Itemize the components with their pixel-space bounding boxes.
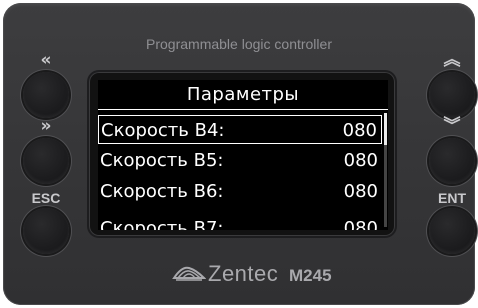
param-name: Скорость В4: xyxy=(101,120,225,141)
scrollbar-thumb[interactable] xyxy=(384,113,387,145)
ent-button[interactable] xyxy=(429,208,475,254)
esc-button[interactable] xyxy=(23,208,69,254)
title-divider xyxy=(98,109,388,110)
param-value: 080 xyxy=(343,150,378,171)
double-up-arrow-icon: ︽ xyxy=(443,50,461,70)
double-down-arrow-icon: ︾ xyxy=(443,116,461,136)
param-value: 080 xyxy=(343,218,378,230)
param-name: Скорость В5: xyxy=(100,150,224,171)
param-row-b7[interactable]: Скорость В7: 080 xyxy=(98,214,382,230)
brand-logo: Zentec M245 xyxy=(172,260,342,286)
model-name: M245 xyxy=(289,266,332,285)
param-name: Скорость В6: xyxy=(100,181,224,202)
up-button[interactable] xyxy=(429,72,475,118)
param-row-b6[interactable]: Скорость В6: 080 xyxy=(98,177,382,206)
double-left-arrow-icon: « xyxy=(40,50,52,70)
double-right-arrow-icon: » xyxy=(40,116,52,136)
esc-label: ESC xyxy=(31,190,61,206)
fan-logo-icon xyxy=(172,266,206,281)
param-value: 080 xyxy=(342,120,377,141)
ent-label: ENT xyxy=(438,190,466,206)
device-title: Programmable logic controller xyxy=(146,36,332,52)
brand-name: Zentec xyxy=(208,261,279,286)
lcd-screen: Параметры Скорость В4: 080 Скорость В5: … xyxy=(98,80,388,230)
param-value: 080 xyxy=(343,181,378,202)
next-button[interactable] xyxy=(23,138,69,184)
down-button[interactable] xyxy=(429,138,475,184)
prev-button[interactable] xyxy=(23,72,69,118)
param-row-b4[interactable]: Скорость В4: 080 xyxy=(98,115,382,144)
param-name: Скорость В7: xyxy=(100,218,224,230)
param-row-b5[interactable]: Скорость В5: 080 xyxy=(98,146,382,175)
screen-title: Параметры xyxy=(186,84,300,105)
